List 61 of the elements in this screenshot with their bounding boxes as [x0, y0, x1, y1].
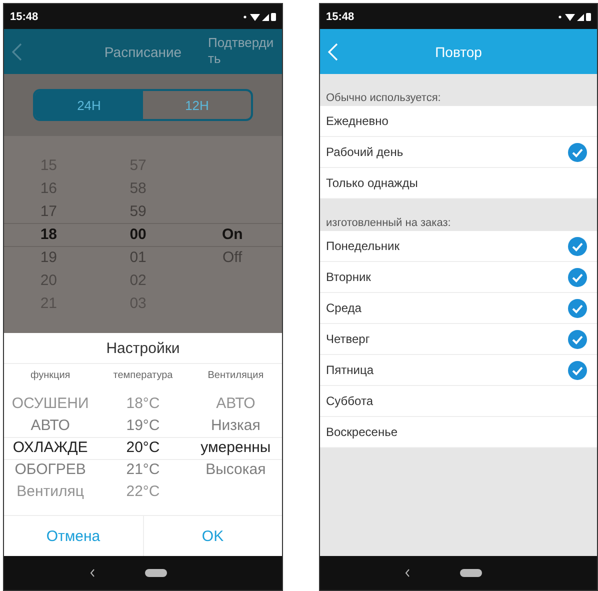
wheel-item[interactable]: 00 — [130, 223, 146, 246]
confirm-link[interactable]: Подтвердить — [208, 35, 278, 68]
option-label: Пятница — [326, 363, 374, 377]
repeat-option[interactable]: Рабочий день — [320, 137, 597, 168]
section-label: Обычно используется: — [325, 91, 442, 106]
home-button[interactable] — [144, 569, 166, 577]
wheel-item[interactable]: On — [222, 223, 243, 246]
back-icon[interactable] — [405, 569, 410, 577]
repeat-option[interactable]: Вторник — [320, 262, 597, 293]
column-heading: функция — [29, 370, 72, 381]
wheel-item[interactable]: 21°C — [126, 459, 160, 481]
wheel-item[interactable]: ОБОГРЕВ — [14, 459, 86, 481]
option-label: Вторник — [326, 270, 371, 284]
option-label: Четверг — [326, 332, 370, 346]
wheel-item[interactable]: умеренны — [200, 437, 271, 459]
option-label: Рабочий день — [326, 145, 404, 159]
status-time: 15:48 — [326, 10, 354, 22]
option-label: Ежедневно — [326, 114, 388, 128]
wheel-item[interactable]: ОСУШЕНИ — [12, 393, 89, 415]
wheel-item[interactable]: 18 — [40, 223, 58, 246]
wheel-item[interactable]: 22°C — [126, 481, 160, 503]
repeat-option[interactable]: Воскресенье — [320, 417, 597, 448]
wheel-item[interactable]: 19°C — [126, 415, 160, 437]
wheel-item[interactable]: Off — [222, 246, 242, 269]
wheel-item[interactable]: 17 — [40, 200, 58, 223]
repeat-option[interactable]: Понедельник — [320, 231, 597, 262]
repeat-option[interactable]: Пятница — [320, 355, 597, 386]
option-label: Воскресенье — [326, 425, 398, 439]
repeat-option[interactable]: Только однажды — [320, 168, 597, 199]
option-label: Только однажды — [326, 176, 418, 190]
wheel-item[interactable]: АВТО — [216, 393, 256, 415]
option-label: Понедельник — [326, 239, 400, 253]
repeat-option[interactable]: Среда — [320, 293, 597, 324]
column-heading: Вентиляция — [206, 370, 265, 381]
wheel-item[interactable]: Вентиляц — [16, 481, 84, 503]
wheel-item[interactable]: 19 — [40, 246, 58, 269]
wheel-item[interactable]: 18°C — [126, 393, 160, 415]
dialog-title: Настройки — [4, 333, 282, 364]
screen-title: Расписание — [103, 44, 183, 60]
option-label: Суббота — [326, 394, 373, 408]
repeat-option[interactable]: Суббота — [320, 386, 597, 417]
wheel-item[interactable]: Высокая — [206, 459, 266, 481]
wheel-item[interactable]: АВТО — [30, 415, 70, 437]
back-icon[interactable] — [90, 569, 94, 577]
wheel-item[interactable]: 59 — [130, 200, 146, 223]
status-icons — [242, 12, 276, 22]
option-label: Среда — [326, 301, 362, 315]
column-heading: температура — [112, 370, 174, 381]
status-icons — [557, 12, 591, 22]
status-time: 15:48 — [10, 10, 38, 22]
screen-title: Повтор — [434, 44, 483, 60]
format-tab[interactable]: 24H — [35, 91, 143, 119]
section-label: изготовленный на заказ: — [325, 216, 452, 231]
home-button[interactable] — [460, 569, 482, 577]
repeat-option[interactable]: Четверг — [320, 324, 597, 355]
wheel-item[interactable]: ОХЛАЖДЕ — [12, 437, 88, 459]
wheel-item[interactable]: 01 — [130, 246, 146, 269]
format-tab[interactable]: 12H — [143, 91, 251, 119]
repeat-option[interactable]: Ежедневно — [320, 106, 597, 137]
wheel-item[interactable]: Низкая — [210, 415, 260, 437]
wheel-item[interactable]: 20°C — [126, 437, 160, 459]
